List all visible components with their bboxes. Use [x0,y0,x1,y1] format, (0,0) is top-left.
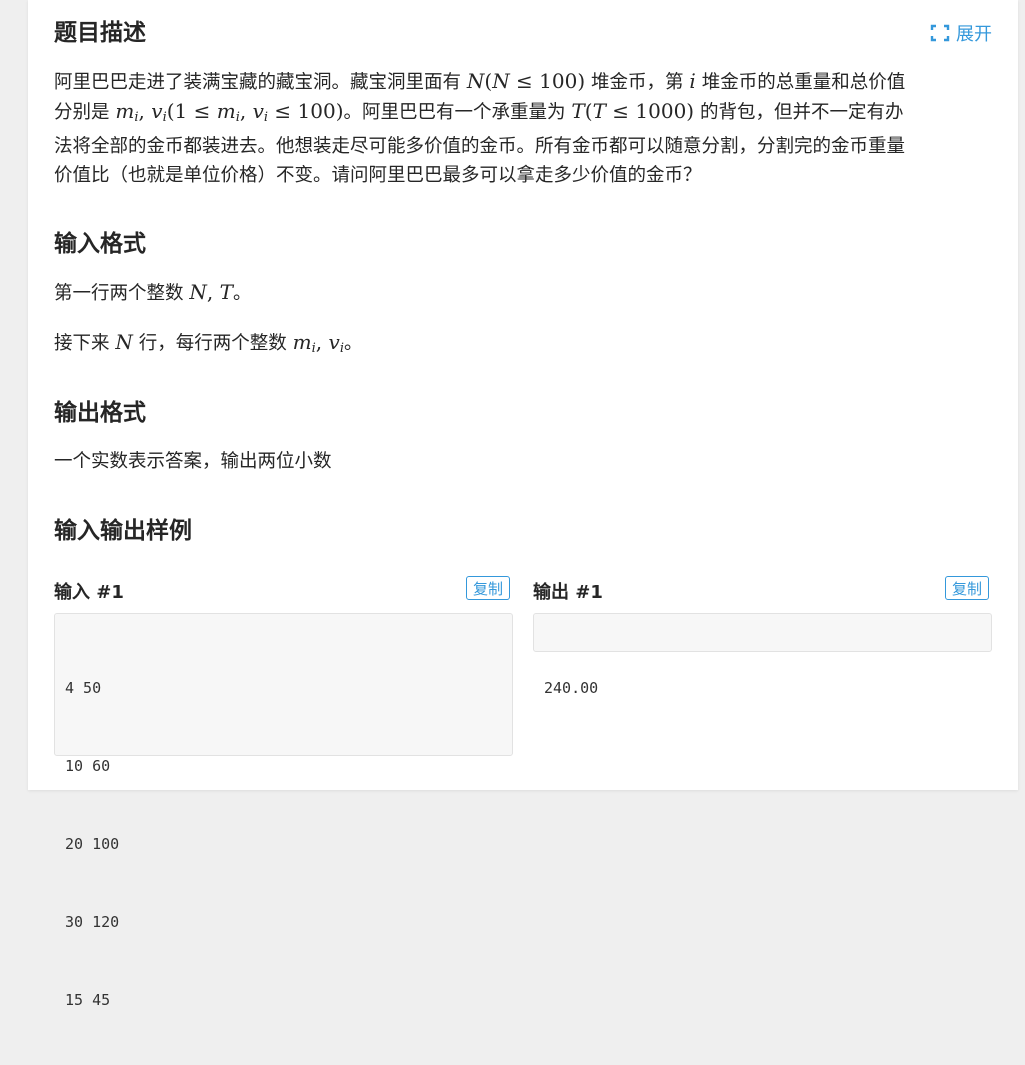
sample-input-line: 15 45 [65,991,111,1009]
expand-label: 展开 [956,24,992,45]
sample-input-line: 10 60 [65,757,111,775]
sample-output-label: 输出 #1 [533,582,603,603]
copy-input-button[interactable]: 复制 [466,576,510,600]
expand-button[interactable]: 展开 [930,20,992,46]
samples-title: 输入输出样例 [54,518,192,544]
sample-input-line: 20 100 [65,835,120,853]
description-title: 题目描述 [54,20,146,46]
input-format-line2: 接下来 N 行，每行两个整数 mi, vi。 [54,330,363,356]
output-format-title: 输出格式 [54,400,146,426]
sample-input-line: 4 50 [65,679,102,697]
sample-output-line: 240.00 [544,679,599,697]
problem-card: 题目描述 展开 阿里巴巴走进了装满宝藏的藏宝洞。藏宝洞里面有 N(N ≤ 100… [28,0,1018,1009]
sample-input-line: 30 120 [65,913,120,931]
copy-output-button[interactable]: 复制 [945,576,989,600]
sample-input-label: 输入 #1 [54,582,124,603]
output-format-text: 一个实数表示答案，输出两位小数 [54,451,332,472]
input-format-line1: 第一行两个整数 N, T。 [54,280,252,304]
sample-output-box: 240.00 [533,613,992,697]
description-text: 阿里巴巴走进了装满宝藏的藏宝洞。藏宝洞里面有 N(N ≤ 100) 堆金币，第 … [54,69,906,186]
sample-input-box: 4 50 10 60 20 100 30 120 15 45 [54,613,513,1009]
input-format-title: 输入格式 [54,231,146,257]
expand-icon [930,24,950,42]
